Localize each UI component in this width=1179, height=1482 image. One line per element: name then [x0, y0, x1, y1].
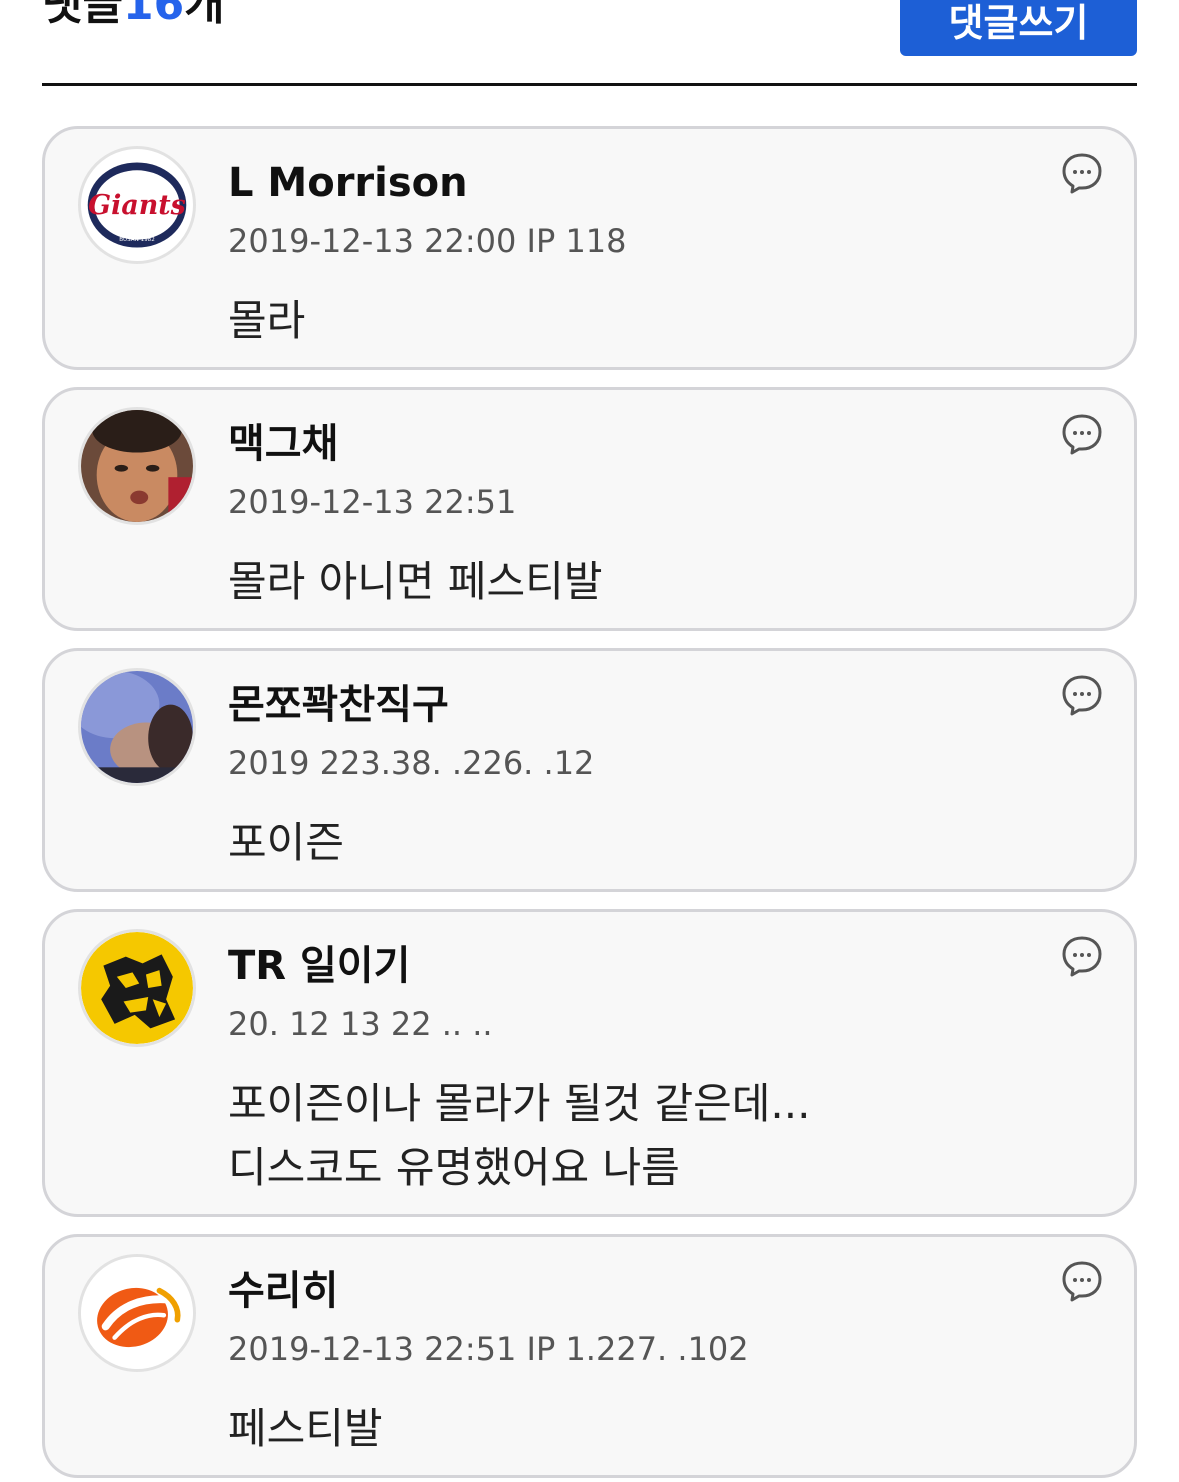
comment-text: 페스티발	[228, 1404, 383, 1453]
comment-text-line: 포이즌이나 몰라가 될것 같은데...	[228, 1079, 811, 1128]
avatar[interactable]	[78, 668, 196, 786]
comment-text: 포이즌이나 몰라가 될것 같은데... 디스코도 유명했어요 나름	[228, 1072, 810, 1200]
reply-icon[interactable]	[1060, 934, 1104, 978]
comment-text: 몰라	[228, 296, 306, 345]
comments-header: 댓글16개 댓글쓰기	[42, 0, 1137, 86]
reply-icon[interactable]	[1060, 1259, 1104, 1303]
write-comment-button[interactable]: 댓글쓰기	[900, 0, 1137, 56]
comments-title-label: 댓글	[42, 0, 123, 30]
comment-text-line: 디스코도 유명했어요 나름	[228, 1143, 680, 1192]
person-photo-blue-icon	[81, 671, 193, 783]
comment-nickname[interactable]: L Morrison	[228, 159, 468, 207]
comments-title: 댓글16개	[42, 0, 225, 30]
svg-text:Giants: Giants	[88, 190, 186, 221]
comment-meta: 2019-12-13 22:51	[228, 483, 517, 521]
avatar[interactable]	[78, 929, 196, 1047]
comment-text: 몰라 아니면 페스티발	[228, 557, 603, 606]
person-photo-icon	[81, 410, 193, 522]
tigers-logo-icon	[81, 932, 193, 1044]
comments-title-suffix: 개	[184, 0, 225, 30]
giants-logo-icon: Giants LOTTE BUSAN 1982	[83, 151, 191, 259]
comment-nickname[interactable]: 수리히	[228, 1267, 338, 1315]
comment-item: 몬쪼꽉찬직구 2019 223.38. .226. .12 포이즌	[42, 648, 1137, 892]
comment-nickname[interactable]: TR 일이기	[228, 942, 410, 990]
svg-text:BUSAN 1982: BUSAN 1982	[119, 237, 155, 243]
reply-icon[interactable]	[1060, 412, 1104, 456]
comment-list: Giants LOTTE BUSAN 1982 L Morrison 2019-…	[42, 126, 1137, 1482]
avatar[interactable]: Giants LOTTE BUSAN 1982	[78, 146, 196, 264]
comment-item: TR 일이기 20. 12 13 22 .. .. 포이즌이나 몰라가 될것 같…	[42, 909, 1137, 1217]
comment-nickname[interactable]: 맥그채	[228, 420, 338, 468]
avatar[interactable]	[78, 407, 196, 525]
comment-meta: 2019 223.38. .226. .12	[228, 744, 595, 782]
comment-item: Giants LOTTE BUSAN 1982 L Morrison 2019-…	[42, 126, 1137, 370]
eagles-logo-icon	[81, 1257, 193, 1369]
comment-nickname[interactable]: 몬쪼꽉찬직구	[228, 681, 449, 729]
comment-item: 수리히 2019-12-13 22:51 IP 1.227. .102 페스티발	[42, 1234, 1137, 1478]
comment-text: 포이즌	[228, 818, 344, 867]
comment-count: 16	[122, 0, 185, 30]
reply-icon[interactable]	[1060, 151, 1104, 195]
comment-meta: 2019-12-13 22:51 IP 1.227. .102	[228, 1330, 749, 1368]
comment-meta: 20. 12 13 22 .. ..	[228, 1005, 493, 1043]
comment-meta: 2019-12-13 22:00 IP 118	[228, 222, 627, 260]
svg-text:LOTTE: LOTTE	[126, 172, 147, 180]
avatar[interactable]	[78, 1254, 196, 1372]
comment-item: 맥그채 2019-12-13 22:51 몰라 아니면 페스티발	[42, 387, 1137, 631]
reply-icon[interactable]	[1060, 673, 1104, 717]
